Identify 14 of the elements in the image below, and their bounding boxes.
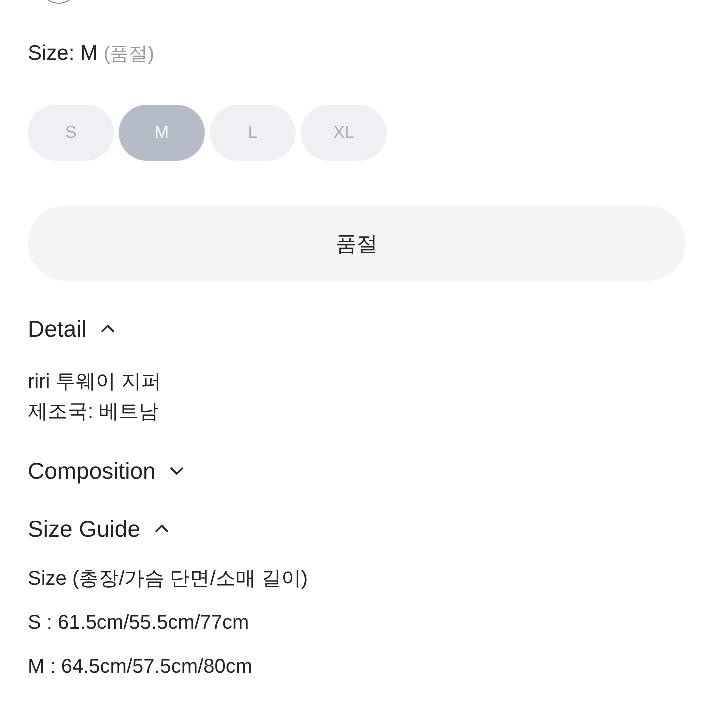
detail-text: M : 64.5cm/57.5cm/80cm [28,655,254,679]
detail-text: riri 투웨이 지퍼 [28,370,162,395]
detail-text: 제조국: 베트남 [28,400,160,425]
section-title[interactable]: Detail [28,315,87,343]
size-label: Size: M [28,42,98,65]
chevron-down-icon[interactable] [170,467,184,475]
section-title[interactable]: Size Guide [28,515,141,543]
sold-out-note: (품절) [104,44,155,65]
detail-text: S : 61.5cm/55.5cm/77cm [28,611,250,635]
chevron-up-icon[interactable] [154,525,169,533]
detail-text: Size (총장/가슴 단면/소매 길이) [28,567,310,591]
section-title[interactable]: Composition [28,457,156,485]
sold-out-button[interactable]: 품절 [28,206,686,281]
chevron-up-icon[interactable] [100,325,115,333]
